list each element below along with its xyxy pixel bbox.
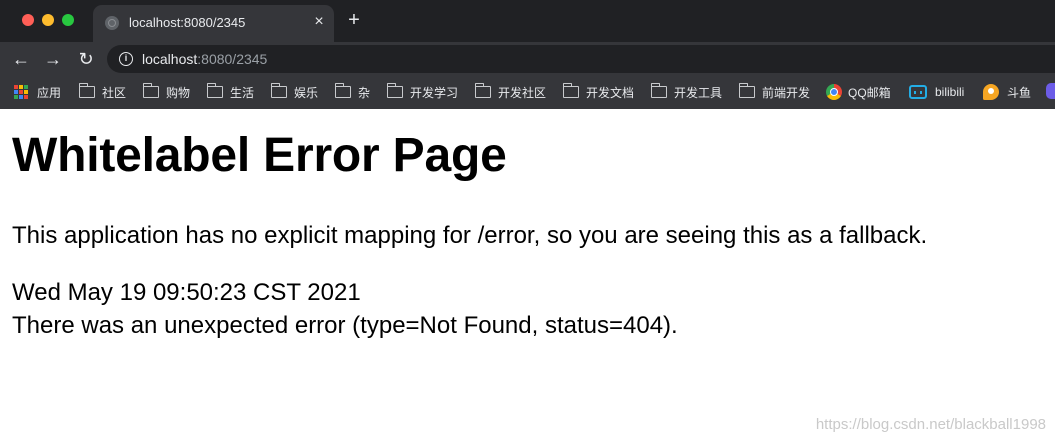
bookmark-qqmail[interactable]: QQ邮箱 [826, 83, 891, 101]
bookmark-label: 应用 [37, 85, 62, 100]
bookmark-folder-dev-learning[interactable]: 开发学习 [386, 83, 459, 101]
bookmark-label: 社区 [102, 85, 127, 100]
bookmark-folder-misc[interactable]: 杂 [334, 83, 371, 101]
apps-grid-icon [14, 85, 28, 99]
bookmark-folder-community[interactable]: 社区 [78, 83, 127, 101]
browser-chrome: localhost:8080/2345 × + ← → ↻ i localhos… [0, 0, 1055, 109]
bookmark-folder-entertainment[interactable]: 娱乐 [270, 83, 319, 101]
bookmarks-bar: 应用 社区 购物 生活 娱乐 杂 开发学习 开发社区 开发文档 开发工具 前端开… [0, 75, 1055, 109]
folder-icon [650, 83, 667, 98]
bookmark-label: 前端开发 [762, 85, 811, 100]
toolbar: ← → ↻ i localhost:8080/2345 [0, 42, 1055, 75]
bookmark-douyu[interactable]: 斗鱼 [983, 83, 1031, 101]
url-text[interactable]: localhost:8080/2345 [142, 51, 267, 67]
bookmark-label: 开发学习 [410, 85, 459, 100]
douyu-icon [983, 84, 999, 100]
folder-icon [206, 83, 223, 98]
url-host: localhost [142, 51, 198, 67]
bookmark-folder-dev-community[interactable]: 开发社区 [474, 83, 547, 101]
minimize-window-button[interactable] [42, 14, 54, 26]
globe-icon [105, 16, 119, 30]
tab-active[interactable]: localhost:8080/2345 × [93, 5, 334, 42]
bookmark-label: bilibili [935, 85, 965, 99]
bookmark-label: 购物 [166, 85, 191, 100]
url-path: :8080/2345 [197, 51, 268, 67]
bookmark-folder-dev-docs[interactable]: 开发文档 [562, 83, 635, 101]
close-tab-icon[interactable]: × [311, 14, 327, 30]
bookmark-apps[interactable]: 应用 [14, 83, 61, 101]
new-tab-button[interactable]: + [345, 10, 363, 30]
bookmark-folder-frontend[interactable]: 前端开发 [738, 83, 811, 101]
error-details: There was an unexpected error (type=Not … [12, 312, 678, 339]
tab-strip: localhost:8080/2345 × + [0, 0, 1055, 42]
maximize-window-button[interactable] [62, 14, 74, 26]
folder-icon [738, 83, 755, 98]
folder-icon [386, 83, 403, 98]
bookmark-label: 斗鱼 [1007, 85, 1032, 100]
bookmark-label: 开发文档 [586, 85, 635, 100]
bookmark-label: 生活 [230, 85, 255, 100]
info-icon[interactable]: i [119, 52, 133, 66]
reload-button[interactable]: ↻ [75, 48, 97, 70]
folder-icon [78, 83, 95, 98]
tab-title: localhost:8080/2345 [129, 15, 246, 30]
bookmark-folder-shopping[interactable]: 购物 [142, 83, 191, 101]
bookmark-bilibili[interactable]: bilibili [909, 83, 964, 101]
bookmark-label: 开发社区 [498, 85, 547, 100]
watermark: https://blog.csdn.net/blackball1998 [815, 416, 1046, 433]
bookmark-folder-dev-tools[interactable]: 开发工具 [650, 83, 723, 101]
folder-icon [142, 83, 159, 98]
bookmark-label: 娱乐 [294, 85, 319, 100]
error-timestamp: Wed May 19 09:50:23 CST 2021 [12, 279, 361, 306]
back-button[interactable]: ← [10, 48, 32, 70]
bookmark-label: 杂 [358, 85, 371, 100]
folder-icon [270, 83, 287, 98]
bookmark-label: 开发工具 [674, 85, 723, 100]
overflow-bookmark-icon[interactable] [1046, 83, 1055, 99]
page-title: Whitelabel Error Page [12, 129, 507, 182]
bilibili-icon [909, 85, 927, 99]
folder-icon [334, 83, 351, 98]
folder-icon [562, 83, 579, 98]
address-bar[interactable]: i localhost:8080/2345 [107, 45, 1055, 73]
bookmark-folder-life[interactable]: 生活 [206, 83, 255, 101]
bookmark-label: QQ邮箱 [848, 85, 891, 100]
page-content: Whitelabel Error Page This application h… [0, 109, 1055, 439]
close-window-button[interactable] [22, 14, 34, 26]
forward-button[interactable]: → [42, 48, 64, 70]
error-message: This application has no explicit mapping… [12, 222, 928, 249]
folder-icon [474, 83, 491, 98]
chrome-icon [826, 84, 842, 100]
